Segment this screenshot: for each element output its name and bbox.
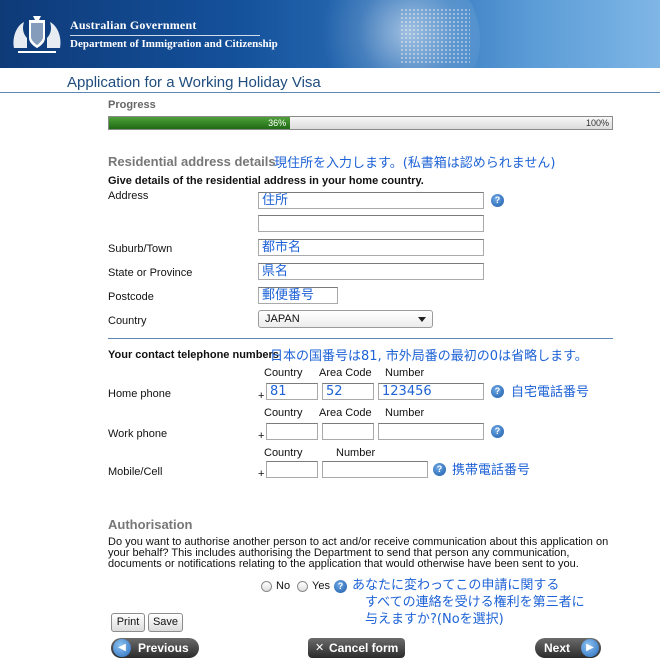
residential-section-title: Residential address details bbox=[108, 154, 276, 169]
section-divider bbox=[108, 338, 613, 339]
progress-label: Progress bbox=[108, 99, 156, 111]
col-area-work: Area Code bbox=[319, 407, 372, 419]
progress-max: 100% bbox=[585, 118, 609, 128]
next-button[interactable]: Next ▶ bbox=[535, 638, 601, 658]
authorisation-note-line3: 与えますか?(Noを選択) bbox=[365, 612, 504, 627]
plus-sign: + bbox=[258, 390, 265, 402]
home-number-field[interactable]: 123456 bbox=[378, 383, 484, 400]
arrow-left-icon: ◀ bbox=[113, 639, 131, 657]
coat-of-arms-icon bbox=[13, 16, 61, 53]
help-icon[interactable]: ? bbox=[491, 425, 504, 438]
address-line2-field[interactable] bbox=[258, 215, 484, 232]
no-radio[interactable] bbox=[261, 581, 272, 592]
home-phone-note: 自宅電話番号 bbox=[511, 385, 590, 400]
help-icon[interactable]: ? bbox=[491, 194, 504, 207]
suburb-label: Suburb/Town bbox=[108, 243, 173, 255]
help-icon[interactable]: ? bbox=[334, 580, 347, 593]
residential-instruction: Give details of the residential address … bbox=[108, 175, 424, 187]
state-label: State or Province bbox=[108, 267, 193, 279]
government-name: Australian Government bbox=[70, 18, 197, 32]
work-number-field[interactable] bbox=[378, 423, 484, 440]
mobile-number-field[interactable] bbox=[322, 461, 428, 478]
work-area-field[interactable] bbox=[322, 423, 374, 440]
yes-radio[interactable] bbox=[297, 581, 308, 592]
contact-section-title: Your contact telephone numbers bbox=[108, 349, 279, 361]
mobile-note: 携帯電話番号 bbox=[452, 463, 531, 478]
save-button[interactable]: Save bbox=[148, 613, 183, 632]
col-number-home: Number bbox=[385, 367, 425, 379]
home-phone-label: Home phone bbox=[108, 388, 171, 400]
progress-bar: 36% 100% bbox=[108, 116, 613, 130]
next-label: Next bbox=[544, 641, 571, 655]
authorisation-text: Do you want to authorise another person … bbox=[108, 536, 609, 570]
plus-sign: + bbox=[258, 430, 265, 442]
col-number-mobile: Number bbox=[336, 447, 376, 459]
address-label: Address bbox=[108, 190, 149, 202]
country-label: Country bbox=[108, 315, 147, 327]
yes-label: Yes bbox=[312, 580, 330, 592]
work-phone-label: Work phone bbox=[108, 428, 168, 440]
mobile-label: Mobile/Cell bbox=[108, 466, 163, 478]
country-select-value: JAPAN bbox=[265, 313, 300, 325]
cancel-label: Cancel form bbox=[329, 641, 399, 655]
header-banner: Australian Government Department of Immi… bbox=[0, 0, 660, 68]
print-button[interactable]: Print bbox=[111, 613, 145, 632]
postcode-field[interactable]: 郵便番号 bbox=[258, 287, 338, 304]
previous-button[interactable]: ◀ Previous bbox=[111, 638, 199, 658]
col-area-home: Area Code bbox=[319, 367, 372, 379]
cancel-form-button[interactable]: ✕ Cancel form bbox=[308, 638, 405, 658]
title-divider bbox=[0, 92, 660, 93]
work-country-field[interactable] bbox=[266, 423, 318, 440]
progress-fill bbox=[109, 117, 291, 129]
postcode-label: Postcode bbox=[108, 291, 154, 303]
mobile-country-field[interactable] bbox=[266, 461, 318, 478]
authorisation-title: Authorisation bbox=[108, 517, 193, 532]
contact-note: 日本の国番号は81, 市外局番の最初の0は省略します。 bbox=[270, 349, 588, 364]
chevron-down-icon bbox=[418, 317, 426, 322]
header-divider bbox=[70, 35, 260, 36]
residential-note: 現住所を入力します。(私書箱は認められません) bbox=[274, 156, 556, 171]
help-icon[interactable]: ? bbox=[433, 463, 446, 476]
help-icon[interactable]: ? bbox=[491, 385, 504, 398]
country-select[interactable]: JAPAN bbox=[258, 310, 433, 328]
home-area-field[interactable]: 52 bbox=[322, 383, 374, 400]
suburb-field[interactable]: 都市名 bbox=[258, 239, 484, 256]
dot-grid-graphic bbox=[400, 8, 470, 64]
home-country-field[interactable]: 81 bbox=[266, 383, 318, 400]
plus-sign: + bbox=[258, 468, 265, 480]
col-country-work: Country bbox=[264, 407, 303, 419]
address-line1-field[interactable]: 住所 bbox=[258, 192, 484, 209]
department-name: Department of Immigration and Citizenshi… bbox=[70, 38, 278, 50]
progress-percent: 36% bbox=[268, 118, 287, 128]
col-country-mobile: Country bbox=[264, 447, 303, 459]
state-field[interactable]: 県名 bbox=[258, 263, 484, 280]
previous-label: Previous bbox=[138, 641, 189, 655]
no-label: No bbox=[276, 580, 291, 592]
page-title: Application for a Working Holiday Visa bbox=[67, 74, 321, 91]
col-number-work: Number bbox=[385, 407, 425, 419]
arrow-right-icon: ▶ bbox=[581, 639, 599, 657]
col-country-home: Country bbox=[264, 367, 303, 379]
close-icon: ✕ bbox=[315, 642, 325, 654]
